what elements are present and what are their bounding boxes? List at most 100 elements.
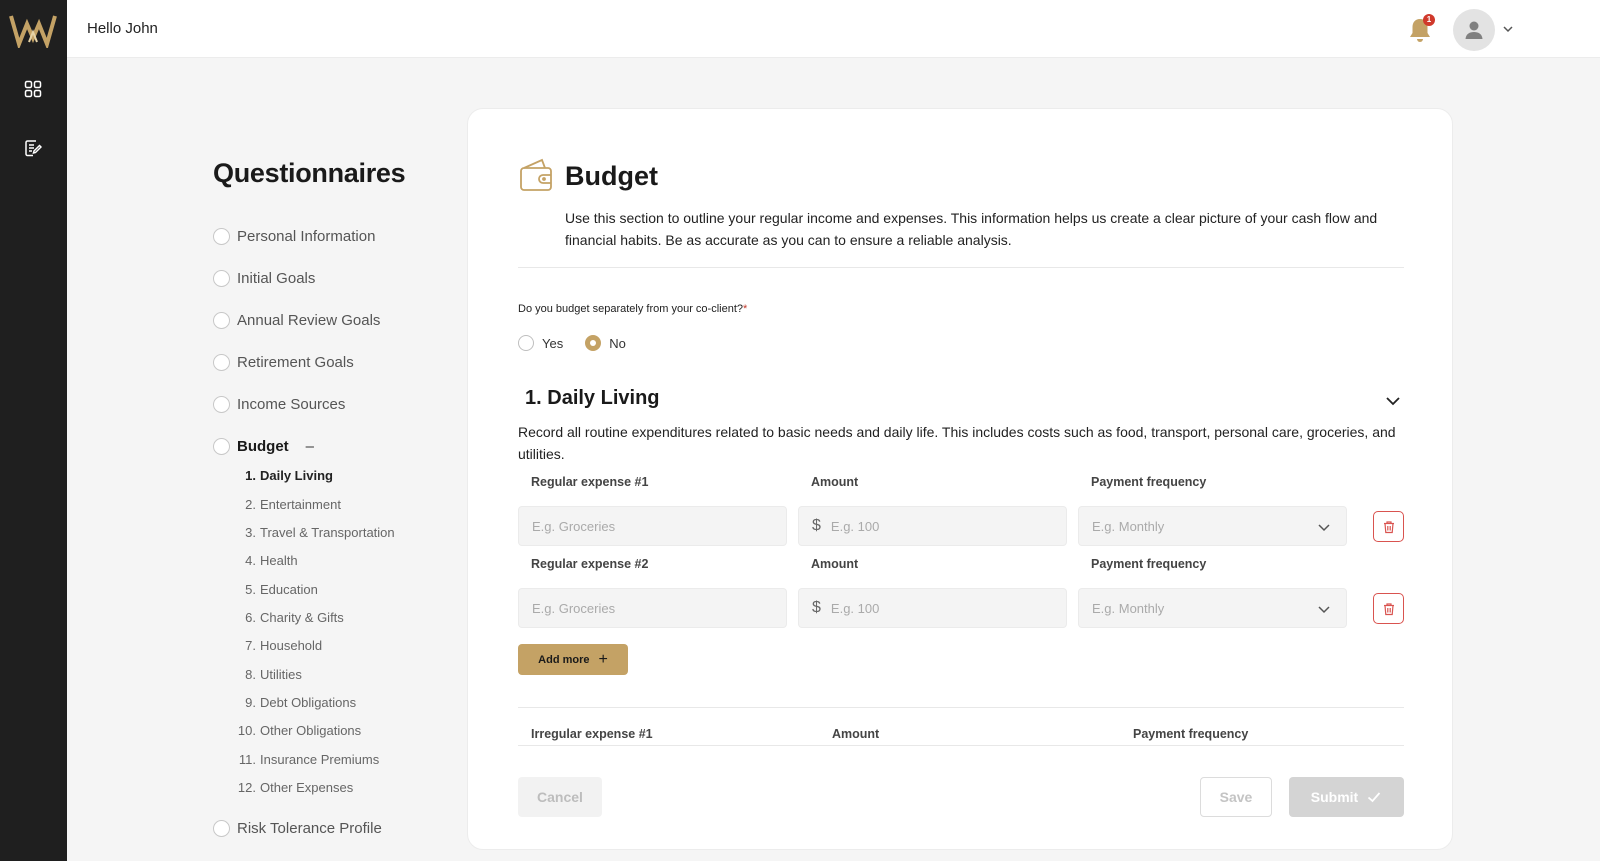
dashboard-grid-icon[interactable] (20, 76, 46, 102)
sub-item-debt-obligations[interactable]: 9. Debt Obligations (230, 695, 356, 710)
notifications-button[interactable]: 1 (1407, 14, 1435, 44)
brand-logo-icon[interactable] (9, 12, 57, 51)
amount-label: Amount (811, 475, 859, 489)
sub-item-number: 6. (245, 610, 256, 625)
dollar-icon: $ (812, 599, 821, 616)
sub-item-utilities[interactable]: 8. Utilities (230, 667, 302, 682)
divider (518, 745, 1404, 746)
amount-placeholder: E.g. 100 (830, 600, 880, 616)
nav-item-annual-review-goals[interactable]: Annual Review Goals (213, 312, 380, 329)
sub-item-other-obligations[interactable]: 10. Other Obligations (230, 723, 361, 738)
nav-item-initial-goals[interactable]: Initial Goals (213, 270, 315, 287)
sub-item-label: Health (260, 553, 298, 568)
frequency-placeholder: E.g. Monthly (1092, 518, 1165, 534)
page-title: Budget (565, 161, 658, 191)
nav-item-retirement-goals[interactable]: Retirement Goals (213, 354, 354, 371)
trash-icon (1383, 520, 1394, 533)
sub-item-number: 10. (237, 723, 256, 738)
sub-item-number: 11. (238, 752, 256, 767)
expense-label: Regular expense #2 (531, 557, 649, 571)
radio-no-label[interactable]: No (609, 336, 626, 351)
add-more-button[interactable]: Add more + (518, 644, 628, 675)
frequency-placeholder: E.g. Monthly (1092, 600, 1165, 616)
sub-item-number: 8. (245, 667, 256, 682)
sub-item-number: 9. (245, 695, 256, 710)
greeting-text: Hello John (87, 20, 158, 37)
sub-item-label: Travel & Transportation (260, 525, 395, 540)
nav-item-income-sources[interactable]: Income Sources (213, 396, 345, 413)
sub-item-number: 2. (245, 497, 256, 512)
submit-button[interactable]: Submit (1289, 777, 1404, 817)
sub-item-other-expenses[interactable]: 12. Other Expenses (230, 780, 353, 795)
nav-item-label: Budget (237, 438, 289, 455)
avatar[interactable] (1453, 9, 1495, 51)
chevron-down-icon[interactable] (1501, 22, 1515, 36)
page-description: Use this section to outline your regular… (565, 210, 1378, 248)
delete-row-button[interactable] (1373, 593, 1404, 624)
sub-item-daily-living[interactable]: 1. Daily Living (230, 468, 333, 483)
irregular-expense-label: Irregular expense #1 (531, 727, 653, 741)
sub-item-household[interactable]: 7. Household (230, 638, 322, 653)
chevron-down-icon (1316, 519, 1332, 535)
nav-item-label: Initial Goals (237, 270, 316, 287)
sub-item-insurance-premiums[interactable]: 11. Insurance Premiums (230, 752, 379, 767)
delete-row-button[interactable] (1373, 511, 1404, 542)
wallet-icon (518, 157, 554, 193)
collapse-icon[interactable]: – (306, 438, 314, 455)
status-circle (213, 312, 230, 329)
co-client-radio-group: Yes No (518, 335, 640, 351)
sub-item-education[interactable]: 5. Education (230, 582, 318, 597)
sub-item-charity-gifts[interactable]: 6. Charity & Gifts (230, 610, 344, 625)
chevron-down-icon (1316, 601, 1332, 617)
sub-item-label: Household (260, 638, 323, 653)
check-icon (1368, 792, 1381, 803)
amount-input[interactable]: $ E.g. 100 (798, 506, 1067, 546)
sub-item-number: 1. (245, 468, 256, 483)
left-rail (0, 0, 67, 861)
nav-item-budget[interactable]: Budget – (213, 438, 314, 455)
sub-item-number: 12. (237, 780, 256, 795)
amount-input[interactable]: $ E.g. 100 (798, 588, 1067, 628)
frequency-select[interactable]: E.g. Monthly (1078, 506, 1347, 546)
sub-item-entertainment[interactable]: 2. Entertainment (230, 497, 341, 512)
expense-input[interactable]: E.g. Groceries (518, 588, 787, 628)
expense-label: Regular expense #1 (531, 475, 649, 489)
sub-item-number: 5. (245, 582, 256, 597)
radio-yes-label[interactable]: Yes (542, 336, 563, 351)
sub-item-label: Charity & Gifts (260, 610, 344, 625)
nav-item-personal-information[interactable]: Personal Information (213, 228, 375, 245)
question-text: Do you budget separately from your co-cl… (518, 303, 744, 315)
frequency-select[interactable]: E.g. Monthly (1078, 588, 1347, 628)
trash-icon (1383, 602, 1394, 615)
frequency-label: Payment frequency (1091, 475, 1207, 489)
divider (518, 267, 1404, 268)
questionnaires-title: Questionnaires (213, 158, 406, 188)
radio-no[interactable] (585, 335, 602, 351)
expense-placeholder: E.g. Groceries (532, 518, 616, 534)
expense-input[interactable]: E.g. Groceries (518, 506, 787, 546)
radio-yes[interactable] (518, 335, 534, 351)
nav-item-label: Personal Information (237, 228, 376, 245)
section-title[interactable]: 1. Daily Living (525, 387, 660, 410)
dollar-icon: $ (812, 517, 821, 534)
section-title-text: Daily Living (547, 387, 660, 409)
expense-placeholder: E.g. Groceries (532, 600, 616, 616)
section-number: 1. (525, 387, 542, 409)
questionnaire-edit-icon[interactable] (20, 135, 46, 161)
chevron-down-icon[interactable] (1383, 391, 1403, 411)
nav-item-label: Income Sources (237, 396, 346, 413)
sub-item-label: Debt Obligations (260, 695, 357, 710)
sub-item-label: Other Expenses (260, 780, 354, 795)
sub-item-health[interactable]: 4. Health (230, 553, 298, 568)
user-icon (1465, 21, 1483, 39)
sub-item-travel-transportation[interactable]: 3. Travel & Transportation (230, 525, 395, 540)
sub-item-number: 3. (245, 525, 256, 540)
nav-item-label: Risk Tolerance Profile (237, 820, 382, 837)
save-button[interactable]: Save (1200, 777, 1272, 817)
top-bar: Hello John (67, 0, 1600, 58)
cancel-button[interactable]: Cancel (518, 777, 602, 817)
nav-item-label: Annual Review Goals (237, 312, 381, 329)
sub-item-number: 4. (245, 553, 256, 568)
sub-item-number: 7. (245, 638, 256, 653)
nav-item-risk-tolerance-profile[interactable]: Risk Tolerance Profile (213, 820, 382, 837)
